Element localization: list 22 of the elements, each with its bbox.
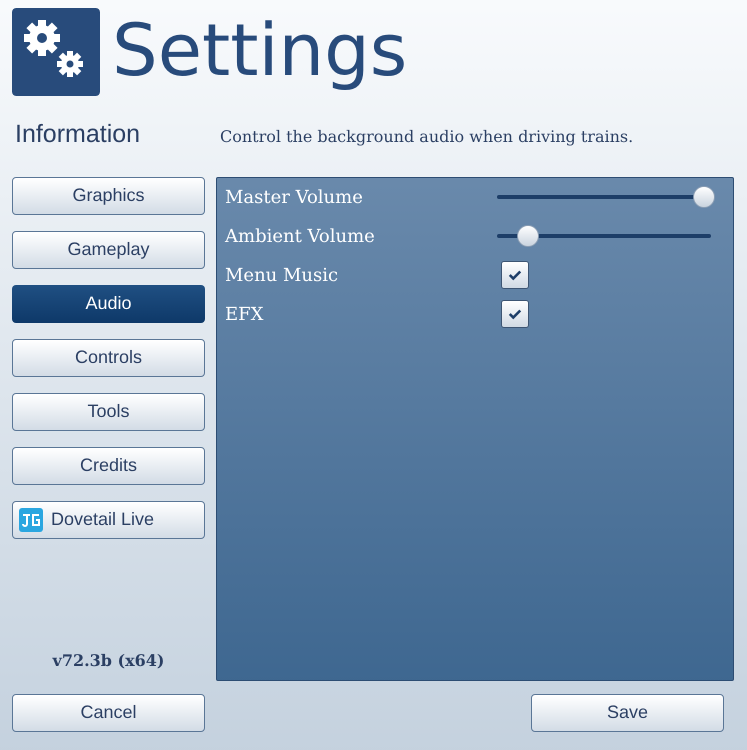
- setting-label: EFX: [225, 302, 264, 326]
- checkmark-icon: [508, 307, 522, 321]
- setting-label: Master Volume: [225, 186, 364, 210]
- sidebar-tab[interactable]: Tools: [12, 392, 205, 430]
- sidebar-tab[interactable]: Credits: [12, 446, 205, 484]
- sidebar-tab[interactable]: Dovetail Live: [12, 500, 205, 538]
- checkmark-icon: [508, 268, 522, 282]
- setting-label: Menu Music: [225, 264, 340, 288]
- setting-label: Ambient Volume: [225, 224, 376, 248]
- section-heading: Information: [15, 119, 142, 150]
- gears-icon: [12, 8, 100, 96]
- logo-icon: [19, 508, 43, 532]
- description-text: Control the background audio when driving trains.: [220, 126, 634, 148]
- sidebar-tab[interactable]: Gameplay: [12, 230, 205, 268]
- save-button[interactable]: Save: [531, 694, 724, 732]
- sidebar-tab[interactable]: Audio: [12, 284, 205, 322]
- sidebar-tab[interactable]: Graphics: [12, 176, 205, 214]
- cancel-button[interactable]: Cancel: [12, 694, 205, 732]
- checkbox[interactable]: [501, 261, 529, 289]
- checkbox[interactable]: [501, 300, 529, 328]
- version-text: v72.3b (x64): [52, 650, 164, 672]
- sidebar-tab[interactable]: Controls: [12, 338, 205, 376]
